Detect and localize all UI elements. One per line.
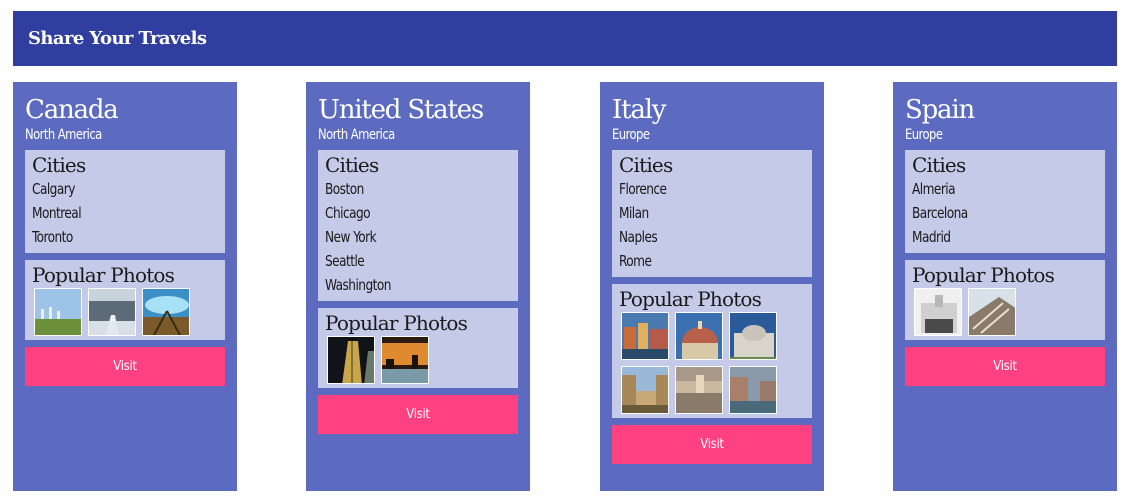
- city-item: Barcelona: [912, 204, 968, 222]
- continent-label: Europe: [905, 127, 943, 143]
- city-item: Madrid: [912, 228, 951, 246]
- country-card-italy: Italy Europe Cities Florence Milan Naple…: [600, 82, 824, 491]
- country-name: Canada: [25, 95, 119, 125]
- city-item: Rome: [619, 252, 652, 270]
- cities-box: Cities Calgary Montreal Toronto: [25, 150, 225, 253]
- popular-photos-title: Popular Photos: [619, 287, 762, 311]
- field-photo[interactable]: [34, 288, 82, 336]
- popular-photos-box: Popular Photos: [905, 260, 1105, 340]
- page-header: Share Your Travels: [13, 11, 1117, 66]
- country-card-spain: Spain Europe Cities Almeria Barcelona Ma…: [893, 82, 1117, 491]
- popular-photos-title: Popular Photos: [325, 311, 468, 335]
- continent-label: North America: [25, 127, 102, 143]
- sunset-lake-photo[interactable]: [381, 336, 429, 384]
- city-item: Boston: [325, 180, 364, 198]
- country-card-united-states: United States North America Cities Bosto…: [306, 82, 530, 491]
- city-item: Almeria: [912, 180, 956, 198]
- visit-button[interactable]: Visit: [318, 395, 518, 434]
- popular-photos-title: Popular Photos: [32, 263, 175, 287]
- market-roof-photo[interactable]: [968, 288, 1016, 336]
- city-item: Calgary: [32, 180, 75, 198]
- snowy-road-photo[interactable]: [88, 288, 136, 336]
- continent-label: Europe: [612, 127, 650, 143]
- city-item: Naples: [619, 228, 658, 246]
- skyscraper-photo[interactable]: [327, 336, 375, 384]
- popular-photos-box: Popular Photos: [318, 308, 518, 388]
- canal-houses-photo[interactable]: [621, 312, 669, 360]
- cities-box: Cities Boston Chicago New York Seattle W…: [318, 150, 518, 301]
- visit-button[interactable]: Visit: [905, 347, 1105, 386]
- cities-title: Cities: [325, 153, 379, 177]
- country-name: Italy: [612, 95, 666, 125]
- piazza-photo[interactable]: [675, 366, 723, 414]
- country-name: United States: [318, 95, 484, 125]
- country-name: Spain: [905, 95, 975, 125]
- popular-photos-box: Popular Photos: [612, 284, 812, 418]
- courtyard-photo[interactable]: [621, 366, 669, 414]
- cities-title: Cities: [912, 153, 966, 177]
- cities-title: Cities: [619, 153, 673, 177]
- city-item: Washington: [325, 276, 391, 294]
- page-title: Share Your Travels: [28, 28, 207, 49]
- visit-button[interactable]: Visit: [25, 347, 225, 386]
- city-item: Florence: [619, 180, 667, 198]
- visit-button[interactable]: Visit: [612, 425, 812, 464]
- country-card-canada: Canada North America Cities Calgary Mont…: [13, 82, 237, 491]
- venice-photo[interactable]: [729, 366, 777, 414]
- tree-sky-photo[interactable]: [142, 288, 190, 336]
- duomo-photo[interactable]: [675, 312, 723, 360]
- popular-photos-box: Popular Photos: [25, 260, 225, 340]
- popular-photos-title: Popular Photos: [912, 263, 1055, 287]
- city-item: Toronto: [32, 228, 73, 246]
- city-item: New York: [325, 228, 377, 246]
- palace-photo[interactable]: [914, 288, 962, 336]
- cities-box: Cities Almeria Barcelona Madrid: [905, 150, 1105, 253]
- city-item: Seattle: [325, 252, 365, 270]
- cathedral-photo[interactable]: [729, 312, 777, 360]
- cities-box: Cities Florence Milan Naples Rome: [612, 150, 812, 277]
- city-item: Chicago: [325, 204, 371, 222]
- cities-title: Cities: [32, 153, 86, 177]
- city-item: Milan: [619, 204, 649, 222]
- city-item: Montreal: [32, 204, 82, 222]
- continent-label: North America: [318, 127, 395, 143]
